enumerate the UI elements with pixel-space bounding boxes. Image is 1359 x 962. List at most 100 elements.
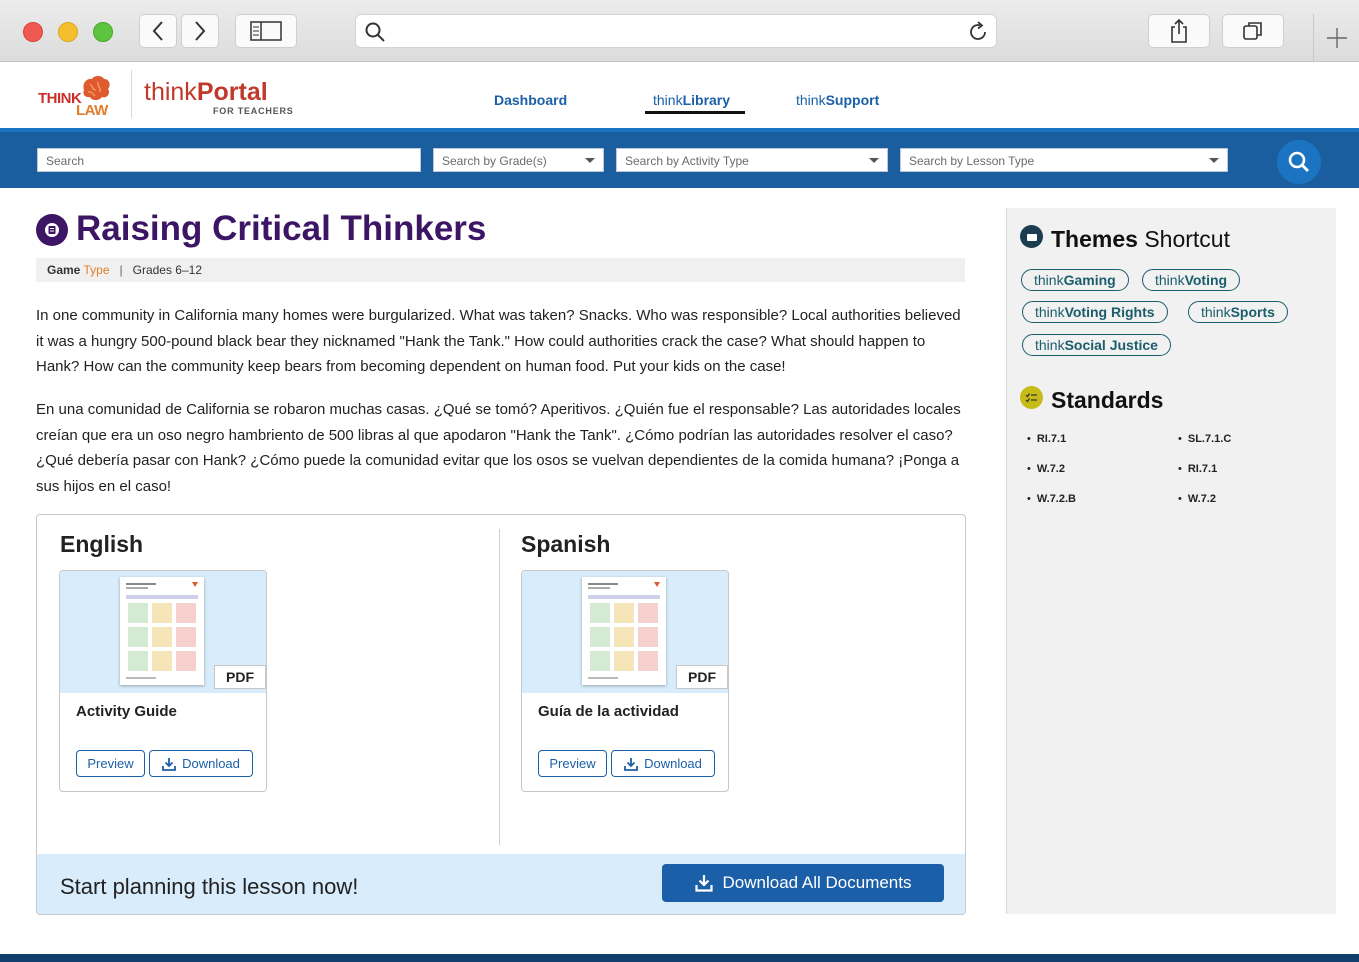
download-all-label: Download All Documents (722, 873, 912, 892)
search-submit-button[interactable] (1277, 140, 1321, 184)
portal-prefix: think (144, 78, 197, 106)
nav-thinksupport[interactable]: thinkSupport (796, 92, 879, 108)
standard-item: RI.7.1 (1178, 463, 1217, 475)
theme-pill-voting[interactable]: thinkVoting (1142, 269, 1241, 291)
sidebar: Themes Shortcut thinkGaming thinkVoting … (1006, 208, 1336, 914)
nav-library-prefix: think (653, 92, 683, 108)
document-name: Guía de la actividad (538, 703, 679, 720)
game-icon (45, 223, 59, 237)
standard-item: W.7.2 (1178, 493, 1216, 505)
standard-item: RI.7.1 (1027, 433, 1066, 445)
search-icon (1288, 151, 1309, 172)
preview-label: Preview (87, 756, 134, 771)
theme-pill-gaming[interactable]: thinkGaming (1021, 269, 1129, 291)
nav-library-main: Library (682, 92, 731, 108)
chevron-right-icon (195, 21, 206, 41)
download-label: Download (182, 756, 240, 771)
document-name: Activity Guide (76, 703, 177, 720)
activity-select-label: Search by Activity Type (625, 154, 749, 168)
description-english: In one community in California many home… (36, 307, 961, 375)
plus-icon (1326, 28, 1347, 48)
theme-pill-social-justice[interactable]: thinkSocial Justice (1022, 334, 1171, 356)
keyword-search-input[interactable]: Search (37, 148, 421, 172)
chevron-left-icon (152, 21, 163, 41)
document-preview-image (582, 577, 666, 685)
brain-icon (83, 76, 110, 100)
portal-main: Portal (196, 78, 268, 106)
spanish-document-card: PDF Guía de la actividad Preview Downloa… (521, 570, 729, 792)
logo-divider (131, 70, 132, 118)
download-all-button[interactable]: Download All Documents (662, 864, 944, 902)
close-window-button[interactable] (23, 22, 43, 42)
nav-support-prefix: think (796, 92, 826, 108)
english-document-card: PDF Activity Guide Preview Download (59, 570, 267, 792)
preview-button[interactable]: Preview (76, 750, 145, 777)
logo-think-text: THINK (38, 90, 82, 107)
standards-heading: Standards (1051, 387, 1164, 413)
portal-name[interactable]: thinkPortal (144, 78, 268, 107)
standard-item: W.7.2 (1027, 463, 1065, 475)
document-thumbnail[interactable]: PDF (60, 571, 266, 693)
portal-subtitle: FOR TEACHERS (213, 106, 294, 116)
tabs-overview-button[interactable] (1222, 14, 1284, 48)
description-spanish: En una comunidad de California se robaro… (36, 401, 961, 495)
preview-button[interactable]: Preview (538, 750, 607, 777)
download-button[interactable]: Download (611, 750, 715, 777)
forward-button[interactable] (181, 14, 219, 48)
browser-toolbar (0, 0, 1359, 62)
download-icon (162, 757, 176, 771)
meta-game: Game (47, 263, 81, 277)
chevron-down-icon (869, 158, 879, 163)
lesson-type-select[interactable]: Search by Lesson Type (900, 148, 1228, 172)
reload-icon[interactable] (966, 20, 990, 44)
themes-heading-rest: Shortcut (1144, 226, 1230, 252)
nav-support-main: Support (825, 92, 880, 108)
new-tab-button[interactable] (1313, 14, 1359, 62)
document-preview-image (120, 577, 204, 685)
page-title: Raising Critical Thinkers (76, 209, 487, 248)
footer-bar (0, 954, 1359, 962)
back-button[interactable] (139, 14, 177, 48)
sidebar-toggle-button[interactable] (235, 14, 297, 48)
meta-grades: Grades 6–12 (132, 263, 203, 277)
docs-divider (499, 529, 500, 845)
folder-icon (1026, 233, 1037, 241)
game-type-icon (36, 214, 68, 246)
site-header: THINK LAW thinkPortal FOR TEACHERS Dashb… (0, 62, 1359, 128)
english-heading: English (60, 531, 144, 557)
nav-dashboard[interactable]: Dashboard (494, 92, 567, 108)
lesson-select-label: Search by Lesson Type (909, 154, 1035, 168)
activity-type-select[interactable]: Search by Activity Type (616, 148, 888, 172)
pdf-badge: PDF (676, 665, 728, 689)
share-icon (1171, 18, 1187, 43)
download-label: Download (644, 756, 702, 771)
documents-panel: English Spanish PDF Activity Guide Previ… (36, 514, 966, 915)
search-bar: Search Search by Grade(s) Search by Acti… (0, 128, 1359, 188)
grade-select-label: Search by Grade(s) (442, 154, 547, 168)
share-button[interactable] (1148, 14, 1210, 48)
theme-pill-voting-rights[interactable]: thinkVoting Rights (1022, 301, 1168, 323)
planning-cta: Start planning this lesson now! Download… (37, 854, 965, 914)
active-nav-indicator (645, 111, 745, 114)
preview-label: Preview (549, 756, 596, 771)
pdf-badge: PDF (214, 665, 266, 689)
download-button[interactable]: Download (149, 750, 253, 777)
search-icon (365, 22, 385, 42)
meta-type: Type (83, 263, 110, 277)
maximize-window-button[interactable] (93, 22, 113, 42)
standards-icon (1020, 386, 1043, 409)
address-bar[interactable] (355, 14, 997, 48)
sidebar-icon (250, 21, 282, 41)
minimize-window-button[interactable] (58, 22, 78, 42)
grade-select[interactable]: Search by Grade(s) (433, 148, 604, 172)
chevron-down-icon (585, 158, 595, 163)
standard-item: SL.7.1.C (1178, 433, 1231, 445)
checklist-icon (1025, 392, 1037, 402)
standard-item: W.7.2.B (1027, 493, 1076, 505)
theme-pill-sports[interactable]: thinkSports (1188, 301, 1288, 323)
themes-heading-bold: Themes (1051, 226, 1138, 252)
document-thumbnail[interactable]: PDF (522, 571, 728, 693)
meta-separator: | (119, 263, 123, 277)
nav-thinklibrary[interactable]: thinkLibrary (653, 92, 730, 108)
download-icon (694, 875, 713, 892)
